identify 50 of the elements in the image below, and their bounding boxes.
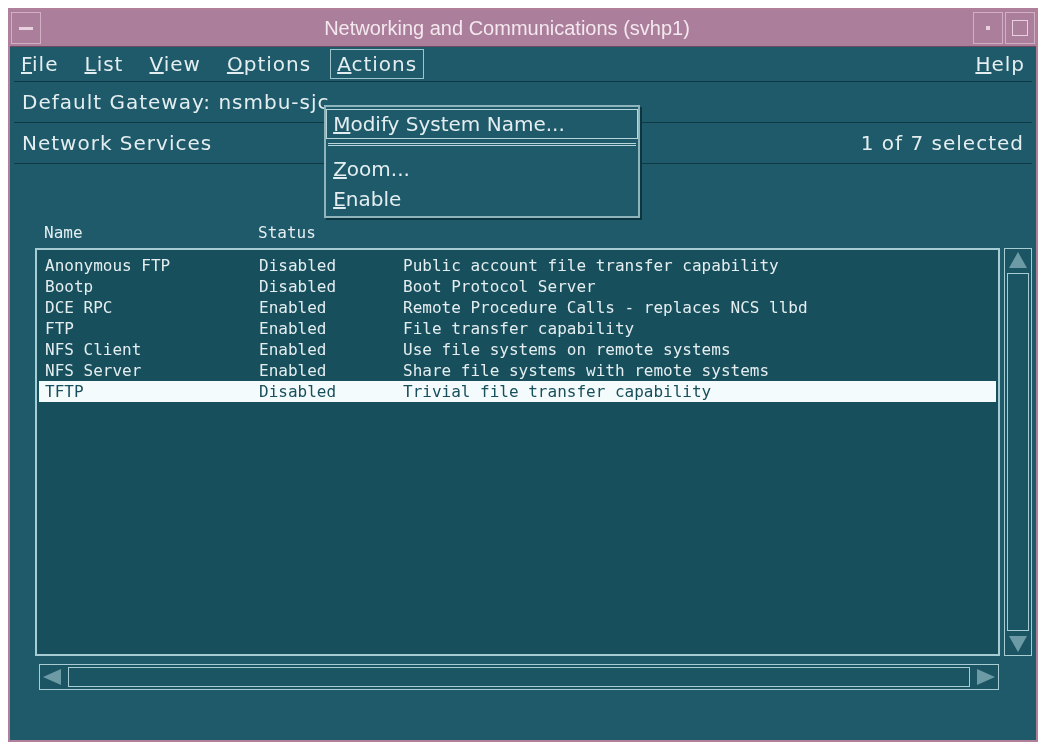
service-description: File transfer capability: [403, 319, 635, 338]
service-status: Enabled: [259, 298, 328, 317]
dropdown-item[interactable]: Zoom...: [326, 154, 639, 184]
service-status: Disabled: [259, 256, 338, 275]
scroll-left-icon[interactable]: [43, 669, 61, 685]
section-title: Network Services: [22, 131, 213, 155]
window-title: Networking and Communications (svhp1): [323, 16, 691, 40]
vertical-scrollbar[interactable]: [1004, 248, 1032, 656]
menu-item[interactable]: Options: [219, 49, 319, 79]
dropdown-item[interactable]: Enable: [326, 184, 639, 214]
service-row[interactable]: Anonymous FTP Disabled Public account file transfer capability: [39, 255, 996, 276]
service-row[interactable]: NFS Client Enabled Use file systems on remote systems: [39, 339, 996, 360]
service-description: Remote Procedure Calls - replaces NCS llbd: [403, 298, 808, 317]
horizontal-scrollbar[interactable]: [39, 664, 999, 690]
service-row[interactable]: FTP Enabled File transfer capability: [39, 318, 996, 339]
service-description: Share file systems with remote systems: [403, 361, 770, 380]
service-status: Enabled: [259, 361, 328, 380]
service-name: NFS Server: [45, 361, 143, 380]
service-name: TFTP: [45, 382, 85, 401]
column-header[interactable]: Status: [258, 223, 316, 242]
minimize-button[interactable]: [973, 12, 1003, 44]
menu-item[interactable]: Actions: [330, 49, 425, 79]
service-description: Use file systems on remote systems: [403, 340, 731, 359]
service-name: FTP: [45, 319, 75, 338]
maximize-button[interactable]: [1005, 12, 1035, 44]
service-status: Disabled: [259, 277, 338, 296]
service-name: NFS Client: [45, 340, 143, 359]
dropdown-item[interactable]: Modify System Name...: [326, 109, 639, 139]
column-header[interactable]: Name: [44, 223, 258, 242]
service-description: Boot Protocol Server: [403, 277, 596, 296]
scroll-right-icon[interactable]: [977, 669, 995, 685]
window-menu-button[interactable]: [11, 12, 41, 44]
menu-item[interactable]: File: [14, 49, 66, 79]
service-row[interactable]: Bootp Disabled Boot Protocol Server: [39, 276, 996, 297]
service-status: Enabled: [259, 340, 328, 359]
service-description: Trivial file transfer capability: [403, 382, 712, 401]
service-row[interactable]: DCE RPC Enabled Remote Procedure Calls - replaces NCS llbd: [39, 297, 996, 318]
service-row[interactable]: TFTP Disabled Trivial file transfer capability: [39, 381, 996, 402]
service-name: DCE RPC: [45, 298, 114, 317]
help-menu[interactable]: Help: [968, 49, 1032, 79]
selection-count: 1 of 7 selected: [860, 131, 1024, 155]
menu-item[interactable]: List: [77, 49, 131, 79]
scroll-up-icon[interactable]: [1009, 252, 1027, 268]
menu-item[interactable]: View: [142, 49, 208, 79]
service-status: Disabled: [259, 382, 338, 401]
service-row[interactable]: NFS Server Enabled Share file systems with remote systems: [39, 360, 996, 381]
service-name: Bootp: [45, 277, 95, 296]
service-status: Enabled: [259, 319, 328, 338]
service-name: Anonymous FTP: [45, 256, 172, 275]
service-description: Public account file transfer capability: [403, 256, 779, 275]
